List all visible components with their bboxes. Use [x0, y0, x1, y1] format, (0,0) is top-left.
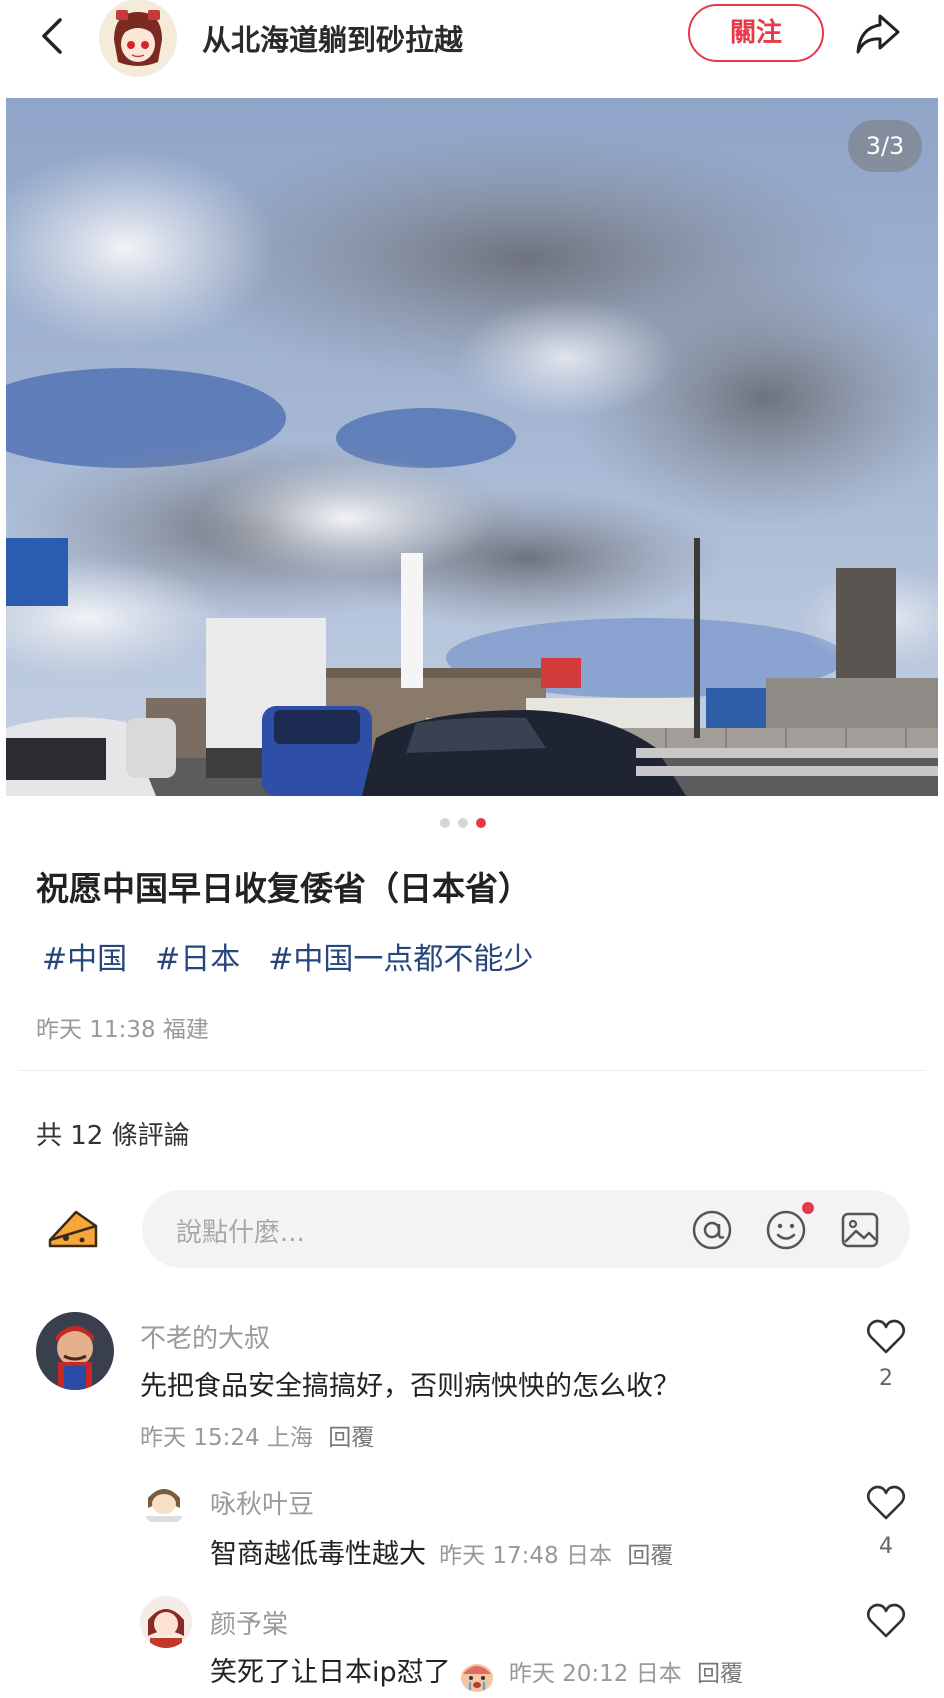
carousel-dot-active[interactable] [476, 818, 486, 828]
back-arrow-icon [42, 18, 62, 54]
comment-location: 日本 [635, 1661, 682, 1687]
post-time: 昨天 11:38 [36, 1017, 156, 1043]
comment-username[interactable]: 不老的大叔 [140, 1318, 270, 1355]
tag-china[interactable]: #中国 [42, 934, 127, 978]
like-count: 4 [879, 1534, 893, 1559]
like-button[interactable] [866, 1318, 906, 1356]
top-bar: 从北海道躺到砂拉越 關注 [0, 0, 944, 90]
reply-line: 笑死了让日本ip怼了 昨天 20:12 日本 回覆 [210, 1650, 743, 1694]
comment-time: 昨天 20:12 [508, 1661, 629, 1687]
author-avatar[interactable] [100, 0, 176, 76]
comment-text: 先把食品安全搞搞好，否则病怏怏的怎么收？ [140, 1371, 680, 1402]
avatar[interactable] [140, 1478, 188, 1526]
divider [18, 1070, 926, 1071]
author-name[interactable]: 从北海道躺到砂拉越 [202, 17, 463, 59]
share-icon [856, 14, 900, 54]
crying-emoji-icon [458, 1660, 496, 1694]
post-location: 福建 [162, 1017, 209, 1043]
comment-text: 智商越低毒性越大 [210, 1539, 426, 1570]
comment-time: 昨天 17:48 [439, 1543, 559, 1569]
comment-meta: 昨天 15:24 上海 回覆 [140, 1418, 374, 1452]
like-count: 2 [879, 1366, 893, 1391]
avatar[interactable] [140, 1596, 192, 1648]
carousel-dot[interactable] [440, 818, 450, 828]
tag-japan[interactable]: #日本 [155, 934, 240, 978]
post-title: 祝愿中国早日收复倭省（日本省） [36, 869, 531, 908]
share-button[interactable] [852, 10, 904, 58]
tag-china-territory[interactable]: #中国一点都不能少 [268, 934, 533, 978]
comment-time: 昨天 15:24 [140, 1425, 260, 1451]
emoji-button[interactable] [764, 1208, 808, 1252]
reply-button[interactable]: 回覆 [697, 1661, 743, 1687]
heart-icon [866, 1485, 906, 1520]
comment-meta: 昨天 17:48 日本 回覆 [439, 1543, 673, 1569]
comment-input[interactable]: 說點什麼... [142, 1190, 910, 1268]
mention-button[interactable] [690, 1208, 734, 1252]
at-icon [692, 1210, 732, 1250]
avatar[interactable] [36, 1312, 114, 1390]
comment-meta: 昨天 20:12 日本 回覆 [509, 1661, 743, 1687]
reply-button[interactable]: 回覆 [328, 1425, 374, 1451]
cheese-icon [48, 1210, 98, 1248]
photo-counter: 3/3 [848, 120, 922, 172]
sky-street-photo [6, 98, 938, 796]
heart-icon [866, 1603, 906, 1638]
back-button[interactable] [32, 14, 76, 58]
like-button[interactable] [866, 1484, 906, 1522]
tag-list: #中国 #日本 #中国一点都不能少 [42, 934, 533, 978]
comment-location: 日本 [566, 1543, 612, 1569]
notification-dot [802, 1202, 814, 1214]
like-button[interactable] [866, 1602, 906, 1640]
post-meta: 昨天 11:38 福建 [36, 1010, 209, 1044]
reply-button[interactable]: 回覆 [627, 1543, 673, 1569]
comment-count: 共 12 條評論 [36, 1121, 190, 1151]
comment-location: 上海 [266, 1425, 313, 1451]
image-icon [841, 1212, 879, 1248]
comment-username[interactable]: 颜予棠 [210, 1604, 288, 1641]
reply-line: 智商越低毒性越大 昨天 17:48 日本 回覆 [210, 1532, 673, 1571]
follow-button[interactable]: 關注 [688, 4, 824, 62]
carousel-indicator [440, 818, 486, 830]
comment-input-placeholder: 說點什麼... [176, 1218, 305, 1248]
heart-icon [866, 1319, 906, 1354]
comment-username[interactable]: 咏秋叶豆 [210, 1484, 314, 1521]
comment-text: 笑死了让日本ip怼了 [210, 1657, 451, 1688]
my-avatar[interactable] [46, 1200, 102, 1256]
post-photo[interactable] [6, 98, 938, 796]
emoji-icon [766, 1210, 806, 1250]
carousel-dot[interactable] [458, 818, 468, 828]
image-button[interactable] [838, 1208, 882, 1252]
